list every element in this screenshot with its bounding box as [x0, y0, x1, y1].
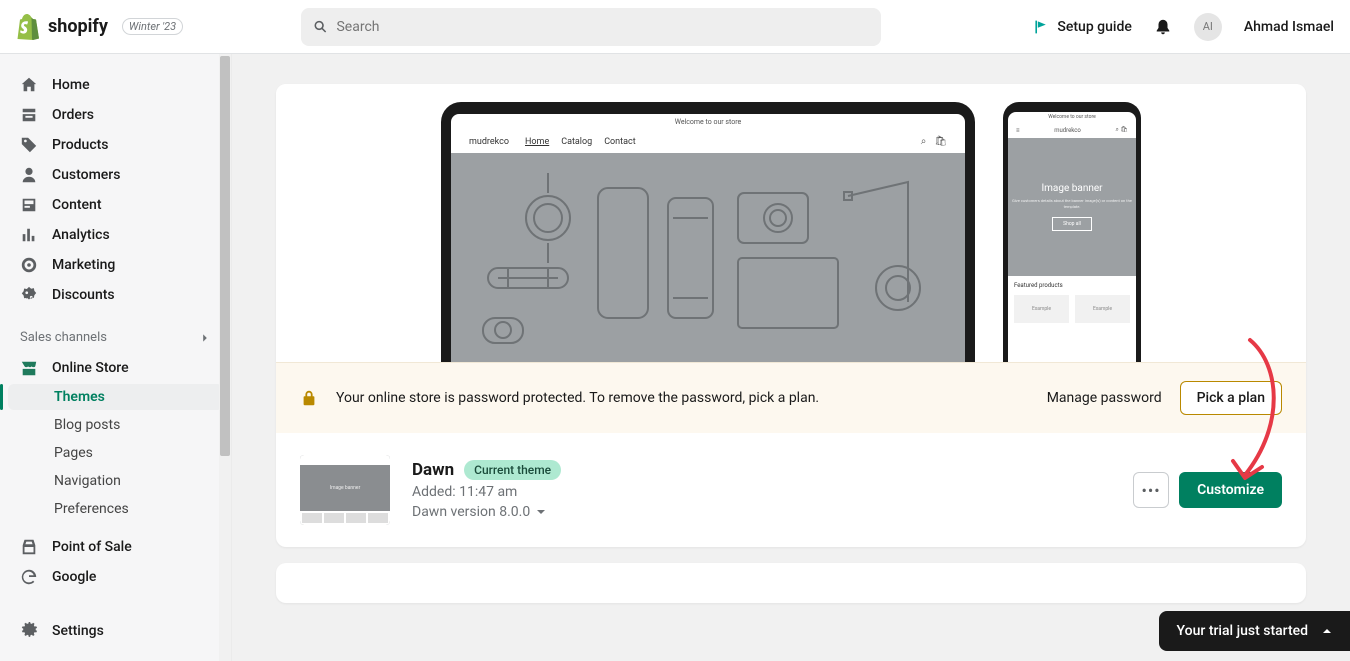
theme-name: Dawn — [412, 460, 454, 480]
theme-version[interactable]: Dawn version 8.0.0 — [412, 504, 561, 520]
discount-icon — [20, 286, 38, 304]
sales-channels-header[interactable]: Sales channels — [8, 322, 223, 353]
nav-preferences[interactable]: Preferences — [8, 496, 223, 522]
manage-password-link[interactable]: Manage password — [1047, 390, 1162, 406]
chevron-up-icon — [1322, 626, 1332, 636]
winter-tag: Winter '23 — [122, 18, 183, 35]
nav-pages[interactable]: Pages — [8, 440, 223, 466]
pick-plan-button[interactable]: Pick a plan — [1180, 381, 1282, 415]
nav-home[interactable]: Home — [8, 71, 223, 99]
nav-pos[interactable]: Point of Sale — [8, 533, 223, 561]
nav-google[interactable]: Google — [8, 563, 223, 591]
gear-icon — [20, 622, 38, 640]
tag-icon — [20, 136, 38, 154]
top-bar: shopify Winter '23 Setup guide AI Ahmad … — [0, 0, 1350, 54]
nav-orders[interactable]: Orders — [8, 101, 223, 129]
nav-discounts[interactable]: Discounts — [8, 281, 223, 309]
theme-card: Welcome to our store mudrekco Home Catal… — [276, 84, 1306, 547]
mobile-preview-header: ≡mudrekco⌕ 🛍 — [1008, 122, 1136, 138]
current-theme-badge: Current theme — [464, 460, 561, 480]
sidebar-scrollbar[interactable] — [219, 54, 231, 661]
preview-bag-icon: 🛍 — [934, 136, 947, 147]
preview-hero — [451, 153, 965, 362]
theme-added: Added: 11:47 am — [412, 484, 561, 500]
chevron-right-icon — [199, 332, 211, 344]
chevron-down-icon — [536, 507, 546, 517]
nav-settings[interactable]: Settings — [8, 617, 223, 645]
nav-online-store[interactable]: Online Store — [8, 354, 223, 382]
setup-guide-link[interactable]: Setup guide — [1033, 19, 1131, 35]
current-theme-row: Image banner Dawn Current theme Added: 1… — [276, 433, 1306, 547]
analytics-icon — [20, 226, 38, 244]
preview-nav: Home Catalog Contact — [525, 137, 636, 147]
person-icon — [20, 166, 38, 184]
store-icon — [20, 359, 38, 377]
google-icon — [20, 568, 38, 586]
alert-text: Your online store is password protected.… — [336, 390, 819, 406]
user-name: Ahmad Ismael — [1244, 19, 1334, 35]
nav-customers[interactable]: Customers — [8, 161, 223, 189]
preview-search-icon: ⌕ — [921, 136, 927, 147]
content-icon — [20, 196, 38, 214]
theme-more-button[interactable]: ••• — [1133, 472, 1169, 508]
preview-header: mudrekco Home Catalog Contact ⌕ 🛍 — [451, 130, 965, 153]
preview-store-name: mudrekco — [469, 137, 509, 147]
next-card — [276, 563, 1306, 603]
lock-icon — [300, 389, 318, 407]
customize-button[interactable]: Customize — [1179, 472, 1282, 508]
nav-navigation[interactable]: Navigation — [8, 468, 223, 494]
preview-announce: Welcome to our store — [451, 114, 965, 130]
pos-icon — [20, 538, 38, 556]
home-icon — [20, 76, 38, 94]
trial-banner[interactable]: Your trial just started — [1159, 611, 1350, 651]
nav-analytics[interactable]: Analytics — [8, 221, 223, 249]
bell-icon[interactable] — [1154, 18, 1172, 36]
search-input[interactable] — [301, 8, 881, 46]
mobile-hero: Image banner Give customers details abou… — [1008, 138, 1136, 276]
orders-icon — [20, 106, 38, 124]
logo[interactable]: shopify Winter '23 — [16, 14, 183, 40]
desktop-preview: Welcome to our store mudrekco Home Catal… — [441, 102, 975, 362]
avatar[interactable]: AI — [1194, 13, 1222, 41]
main-content: Welcome to our store mudrekco Home Catal… — [232, 54, 1350, 661]
search-icon — [313, 19, 328, 35]
search-field[interactable] — [336, 19, 869, 35]
shopify-bag-icon — [16, 14, 40, 40]
nav-themes[interactable]: Themes — [8, 384, 223, 410]
theme-previews: Welcome to our store mudrekco Home Catal… — [276, 84, 1306, 362]
mobile-featured: Featured products ExampleExample — [1008, 276, 1136, 329]
nav-blog-posts[interactable]: Blog posts — [8, 412, 223, 438]
password-alert: Your online store is password protected.… — [276, 362, 1306, 433]
theme-thumbnail: Image banner — [300, 455, 390, 525]
hero-illustration — [468, 168, 948, 348]
logo-text: shopify — [48, 16, 108, 37]
nav-content[interactable]: Content — [8, 191, 223, 219]
sidebar: Home Orders Products Customers Content A… — [0, 54, 232, 661]
mobile-preview: Welcome to our store ≡mudrekco⌕ 🛍 Image … — [1003, 102, 1141, 362]
menu-icon: ≡ — [1016, 127, 1020, 134]
target-icon — [20, 256, 38, 274]
nav-products[interactable]: Products — [8, 131, 223, 159]
scroll-thumb[interactable] — [220, 56, 230, 456]
flag-icon — [1033, 19, 1049, 35]
nav-marketing[interactable]: Marketing — [8, 251, 223, 279]
